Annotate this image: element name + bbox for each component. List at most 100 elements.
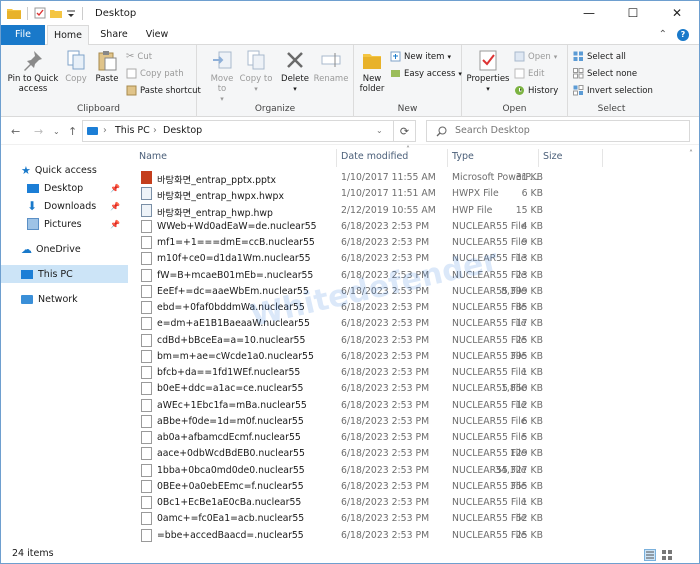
table-row[interactable]: 바탕화면_entrap_pptx.pptx 1/10/2017 11:55 AM M… bbox=[139, 170, 697, 186]
column-divider[interactable] bbox=[538, 149, 539, 167]
file-date: 6/18/2023 2:53 PM bbox=[341, 237, 430, 248]
search-box[interactable] bbox=[426, 120, 690, 142]
table-row[interactable]: 0amc+=fc0Ea1=acb.nuclear55 6/18/2023 2:53… bbox=[139, 511, 697, 527]
select-all-button[interactable]: Select all bbox=[573, 51, 626, 62]
pictures-icon bbox=[27, 218, 39, 230]
recent-dropdown-icon[interactable]: ⌄ bbox=[53, 127, 60, 136]
up-arrow-icon[interactable]: ↑ bbox=[68, 125, 77, 138]
new-folder-button[interactable]: New folder bbox=[357, 49, 387, 94]
refresh-button[interactable]: ⟳ bbox=[393, 120, 415, 142]
table-row[interactable]: =bbe+accedBaacd=.nuclear55 6/18/2023 2:53… bbox=[139, 528, 697, 544]
column-divider[interactable] bbox=[336, 149, 337, 167]
table-row[interactable]: cdBd+bBceEa=a=10.nuclear55 6/18/2023 2:53… bbox=[139, 333, 697, 349]
delete-button[interactable]: Delete ▾ bbox=[279, 49, 311, 94]
breadcrumb-this-pc[interactable]: This PC bbox=[115, 125, 150, 136]
table-row[interactable]: 0Bc1+EcBe1aE0cBa.nuclear55 6/18/2023 2:53… bbox=[139, 495, 697, 511]
table-row[interactable]: bfcb+da==1fd1WEf.nuclear55 6/18/2023 2:53… bbox=[139, 365, 697, 381]
history-button[interactable]: History bbox=[514, 85, 558, 96]
file-name: aace+0dbWcdBdEB0.nuclear55 bbox=[157, 448, 305, 460]
details-view-icon[interactable] bbox=[644, 549, 656, 561]
cut-button[interactable]: ✂ Cut bbox=[126, 51, 152, 62]
open-button[interactable]: Open ▾ bbox=[514, 51, 557, 62]
table-row[interactable]: b0eE+ddc=a1ac=ce.nuclear55 6/18/2023 2:53… bbox=[139, 381, 697, 397]
nav-pictures[interactable]: Pictures 📌 bbox=[1, 215, 128, 233]
invert-selection-button[interactable]: Invert selection bbox=[573, 85, 653, 96]
table-row[interactable]: bm=m+ae=cWcde1a0.nuclear55 6/18/2023 2:53… bbox=[139, 349, 697, 365]
copy-path-icon bbox=[126, 68, 137, 79]
table-row[interactable]: 바탕화면_entrap_hwpx.hwpx 1/10/2017 11:51 AM H… bbox=[139, 186, 697, 202]
properties-button[interactable]: Properties ▾ bbox=[466, 49, 510, 94]
file-icon bbox=[141, 366, 152, 379]
scroll-up-icon[interactable]: ˄ bbox=[689, 149, 693, 158]
table-row[interactable]: 1bba+0bca0md0de0.nuclear55 6/18/2023 2:53… bbox=[139, 463, 697, 479]
table-row[interactable]: ab0a+afbamcdEcmf.nuclear55 6/18/2023 2:53… bbox=[139, 430, 697, 446]
new-folder-quick-icon[interactable] bbox=[50, 7, 62, 19]
new-item-button[interactable]: New item ▾ bbox=[390, 51, 451, 62]
pin-quick-access-button[interactable]: Pin to Quick access bbox=[5, 49, 61, 94]
table-row[interactable]: 바탕화면_entrap_hwp.hwp 2/12/2019 10:55 AM HWP… bbox=[139, 203, 697, 219]
file-list: Name Date modified Type Size ˄ 바탕화면_entr… bbox=[131, 145, 691, 545]
file-icon bbox=[141, 463, 152, 477]
file-date: 6/18/2023 2:53 PM bbox=[341, 432, 430, 443]
tab-view[interactable]: View bbox=[137, 25, 177, 45]
breadcrumb[interactable]: › This PC › Desktop ⌄ bbox=[82, 120, 416, 142]
rename-button[interactable]: Rename bbox=[311, 49, 351, 84]
copy-button[interactable]: Copy bbox=[61, 49, 91, 84]
table-row[interactable]: e=dm+aE1B1BaeaaW.nuclear55 6/18/2023 2:53… bbox=[139, 316, 697, 332]
help-icon[interactable]: ? bbox=[677, 29, 689, 41]
column-header-date[interactable]: Date modified bbox=[341, 151, 408, 165]
breadcrumb-chevron-icon[interactable]: › bbox=[103, 125, 107, 136]
breadcrumb-chevron-icon[interactable]: › bbox=[153, 125, 157, 136]
search-input[interactable] bbox=[455, 125, 675, 136]
edit-button[interactable]: Edit bbox=[514, 68, 544, 79]
paste-shortcut-button[interactable]: Paste shortcut bbox=[126, 85, 201, 96]
customize-dropdown-icon[interactable] bbox=[66, 7, 76, 19]
nav-onedrive[interactable]: ☁ OneDrive bbox=[1, 240, 128, 258]
copy-path-button[interactable]: Copy path bbox=[126, 68, 184, 79]
move-to-button[interactable]: Move to ▾ bbox=[205, 49, 239, 104]
back-arrow-icon[interactable]: ← bbox=[11, 125, 20, 138]
table-row[interactable]: mf1=+1===dmE=ccB.nuclear55 6/18/2023 2:53… bbox=[139, 235, 697, 251]
breadcrumb-desktop[interactable]: Desktop bbox=[163, 125, 202, 136]
tab-file[interactable]: File bbox=[1, 25, 45, 45]
copy-to-button[interactable]: Copy to ▾ bbox=[239, 49, 273, 94]
easy-access-button[interactable]: Easy access ▾ bbox=[390, 68, 462, 79]
nav-network[interactable]: Network bbox=[1, 290, 128, 308]
table-row[interactable]: WWeb+Wd0adEaW=de.nuclear55 6/18/2023 2:53… bbox=[139, 219, 697, 235]
table-row[interactable]: aWEc+1Ebc1fa=mBa.nuclear55 6/18/2023 2:53… bbox=[139, 398, 697, 414]
file-name: 0amc+=fc0Ea1=acb.nuclear55 bbox=[157, 513, 305, 525]
table-row[interactable]: ebd=+0faf0bddmWa.nuclear55 6/18/2023 2:53… bbox=[139, 300, 697, 316]
file-icon bbox=[141, 301, 152, 314]
file-size: 129 KB bbox=[509, 448, 543, 460]
column-header-name[interactable]: Name bbox=[139, 151, 167, 165]
select-none-button[interactable]: Select none bbox=[573, 68, 637, 79]
collapse-ribbon-icon[interactable]: ⌃ bbox=[659, 29, 667, 41]
file-icon bbox=[141, 268, 152, 282]
minimize-button[interactable]: — bbox=[567, 1, 611, 25]
forward-arrow-icon[interactable]: → bbox=[34, 125, 43, 138]
close-button[interactable]: ✕ bbox=[655, 1, 699, 25]
table-row[interactable]: 0BEe+0a0ebEEmc=f.nuclear55 6/18/2023 2:53… bbox=[139, 479, 697, 495]
column-header-type[interactable]: Type bbox=[452, 151, 474, 165]
table-row[interactable]: aBbe+f0de=1d=m0f.nuclear55 6/18/2023 2:53… bbox=[139, 414, 697, 430]
maximize-button[interactable]: ☐ bbox=[611, 1, 655, 25]
paste-button[interactable]: Paste bbox=[92, 49, 122, 84]
nav-this-pc[interactable]: This PC bbox=[1, 265, 128, 283]
search-icon bbox=[436, 126, 447, 137]
address-dropdown-icon[interactable]: ⌄ bbox=[376, 126, 383, 135]
vertical-scrollbar[interactable]: ˄ bbox=[687, 145, 699, 545]
column-header-size[interactable]: Size bbox=[543, 151, 563, 165]
tab-share[interactable]: Share bbox=[93, 25, 135, 45]
file-icon bbox=[141, 284, 152, 298]
hwp-file-icon bbox=[141, 187, 152, 201]
tab-home[interactable]: Home bbox=[47, 25, 89, 46]
file-icon bbox=[141, 479, 152, 493]
large-icons-view-icon[interactable] bbox=[661, 549, 673, 561]
properties-quick-icon[interactable] bbox=[34, 7, 46, 19]
table-row[interactable]: aace+0dbWcdBdEB0.nuclear55 6/18/2023 2:53… bbox=[139, 446, 697, 462]
nav-downloads[interactable]: ⬇ Downloads 📌 bbox=[1, 197, 128, 215]
nav-desktop[interactable]: Desktop 📌 bbox=[1, 179, 128, 197]
column-divider[interactable] bbox=[447, 149, 448, 167]
column-divider[interactable] bbox=[602, 149, 603, 167]
nav-quick-access[interactable]: ★ Quick access bbox=[1, 161, 128, 179]
